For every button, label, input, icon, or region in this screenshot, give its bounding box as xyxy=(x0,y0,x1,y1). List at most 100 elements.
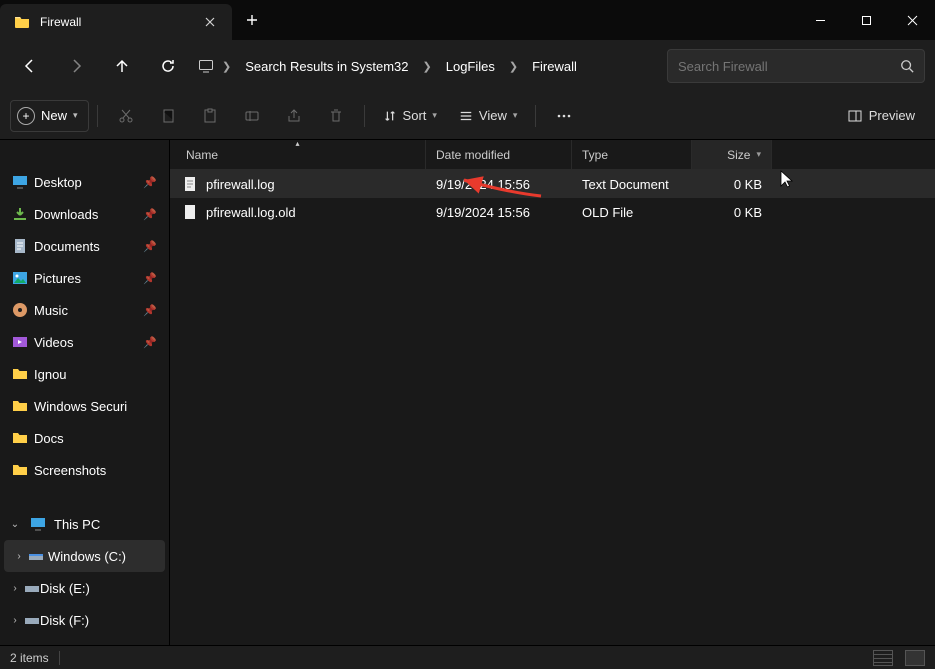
drive-icon xyxy=(28,548,44,564)
minimize-button[interactable] xyxy=(797,0,843,40)
window-tab[interactable]: Firewall xyxy=(0,4,232,40)
sidebar-item-music[interactable]: Music📌 xyxy=(0,294,169,326)
chevron-down-icon: ▾ xyxy=(513,110,518,121)
chevron-right-icon[interactable]: ❯ xyxy=(423,60,432,73)
file-row[interactable]: pfirewall.log 9/19/2024 15:56 Text Docum… xyxy=(170,170,935,198)
chevron-down-icon: ▾ xyxy=(73,110,78,121)
file-icon xyxy=(182,204,198,220)
share-button[interactable] xyxy=(274,99,314,133)
preview-label: Preview xyxy=(869,108,915,123)
chevron-down-icon: ▾ xyxy=(432,110,437,121)
plus-icon: + xyxy=(17,107,35,125)
videos-icon xyxy=(12,334,28,350)
search-box[interactable] xyxy=(667,49,925,83)
chevron-down-icon: ▾ xyxy=(756,149,761,160)
folder-icon xyxy=(12,366,28,382)
rename-button[interactable] xyxy=(232,99,272,133)
pin-icon: 📌 xyxy=(143,208,157,221)
sidebar-item-this-pc[interactable]: ⌄ This PC xyxy=(0,508,169,540)
pin-icon: 📌 xyxy=(143,272,157,285)
folder-icon xyxy=(12,462,28,478)
folder-icon xyxy=(14,14,30,30)
cut-button[interactable] xyxy=(106,99,146,133)
sort-label: Sort xyxy=(403,108,427,123)
back-button[interactable] xyxy=(10,48,50,84)
chevron-right-icon: › xyxy=(8,615,22,626)
file-row[interactable]: pfirewall.log.old 9/19/2024 15:56 OLD Fi… xyxy=(170,198,935,226)
sidebar-item-drive-e[interactable]: ›Disk (E:) xyxy=(0,572,169,604)
sidebar-item-downloads[interactable]: Downloads📌 xyxy=(0,198,169,230)
toolbar: + New ▾ Sort ▾ View ▾ Preview xyxy=(0,92,935,140)
column-date[interactable]: Date modified xyxy=(426,140,572,169)
title-bar: Firewall xyxy=(0,0,935,40)
tab-title: Firewall xyxy=(40,15,192,29)
breadcrumb-segment[interactable]: Firewall xyxy=(526,55,583,78)
chevron-right-icon: › xyxy=(8,583,22,594)
breadcrumb-segment[interactable]: Search Results in System32 xyxy=(239,55,414,78)
pin-icon: 📌 xyxy=(143,176,157,189)
chevron-down-icon: ⌄ xyxy=(8,519,22,530)
search-icon[interactable] xyxy=(900,59,914,73)
sidebar-item-screenshots[interactable]: Screenshots xyxy=(0,454,169,486)
delete-button[interactable] xyxy=(316,99,356,133)
monitor-icon xyxy=(30,516,46,532)
close-window-button[interactable] xyxy=(889,0,935,40)
sidebar-item-docs[interactable]: Docs xyxy=(0,422,169,454)
download-icon xyxy=(12,206,28,222)
close-tab-icon[interactable] xyxy=(202,14,218,30)
forward-button[interactable] xyxy=(56,48,96,84)
pin-icon: 📌 xyxy=(143,240,157,253)
sidebar-item-pictures[interactable]: Pictures📌 xyxy=(0,262,169,294)
column-size[interactable]: Size▾ xyxy=(692,140,772,169)
breadcrumb-segment[interactable]: LogFiles xyxy=(440,55,501,78)
maximize-button[interactable] xyxy=(843,0,889,40)
folder-icon xyxy=(12,398,28,414)
sort-button[interactable]: Sort ▾ xyxy=(373,99,447,133)
sidebar-item-drive-c[interactable]: ›Windows (C:) xyxy=(4,540,165,572)
document-icon xyxy=(12,238,28,254)
sidebar-item-ignou[interactable]: Ignou xyxy=(0,358,169,390)
thumbnails-view-toggle[interactable] xyxy=(905,650,925,666)
sidebar-item-drive-f[interactable]: ›Disk (F:) xyxy=(0,604,169,636)
chevron-right-icon[interactable]: ❯ xyxy=(509,60,518,73)
column-name[interactable]: ▴Name xyxy=(170,140,426,169)
up-button[interactable] xyxy=(102,48,142,84)
view-label: View xyxy=(479,108,507,123)
sidebar-item-desktop[interactable]: Desktop📌 xyxy=(0,166,169,198)
details-view-toggle[interactable] xyxy=(873,650,893,666)
paste-button[interactable] xyxy=(190,99,230,133)
drive-icon xyxy=(24,580,40,596)
file-list: ▴Name Date modified Type Size▾ pfirewall… xyxy=(170,140,935,645)
address-bar[interactable]: ❯ Search Results in System32 ❯ LogFiles … xyxy=(194,55,661,78)
more-button[interactable] xyxy=(544,99,584,133)
pin-icon: 📌 xyxy=(143,304,157,317)
preview-button[interactable]: Preview xyxy=(837,99,925,133)
search-input[interactable] xyxy=(678,59,890,74)
column-headers: ▴Name Date modified Type Size▾ xyxy=(170,140,935,170)
folder-icon xyxy=(12,430,28,446)
nav-bar: ❯ Search Results in System32 ❯ LogFiles … xyxy=(0,40,935,92)
status-bar: 2 items xyxy=(0,645,935,669)
item-count: 2 items xyxy=(10,651,49,665)
refresh-button[interactable] xyxy=(148,48,188,84)
new-label: New xyxy=(41,108,67,123)
view-button[interactable]: View ▾ xyxy=(449,99,527,133)
copy-button[interactable] xyxy=(148,99,188,133)
sidebar-item-videos[interactable]: Videos📌 xyxy=(0,326,169,358)
sort-indicator-icon: ▴ xyxy=(295,139,299,148)
pictures-icon xyxy=(12,270,28,286)
desktop-icon xyxy=(12,174,28,190)
chevron-right-icon: › xyxy=(12,551,26,562)
chevron-right-icon[interactable]: ❯ xyxy=(222,60,231,73)
new-tab-button[interactable] xyxy=(232,0,272,40)
column-type[interactable]: Type xyxy=(572,140,692,169)
pin-icon: 📌 xyxy=(143,336,157,349)
sidebar-item-windows-security[interactable]: Windows Securi xyxy=(0,390,169,422)
music-icon xyxy=(12,302,28,318)
drive-icon xyxy=(24,612,40,628)
text-file-icon xyxy=(182,176,198,192)
monitor-icon xyxy=(198,58,214,74)
new-button[interactable]: + New ▾ xyxy=(10,100,89,132)
sidebar: Desktop📌 Downloads📌 Documents📌 Pictures📌… xyxy=(0,140,170,645)
sidebar-item-documents[interactable]: Documents📌 xyxy=(0,230,169,262)
